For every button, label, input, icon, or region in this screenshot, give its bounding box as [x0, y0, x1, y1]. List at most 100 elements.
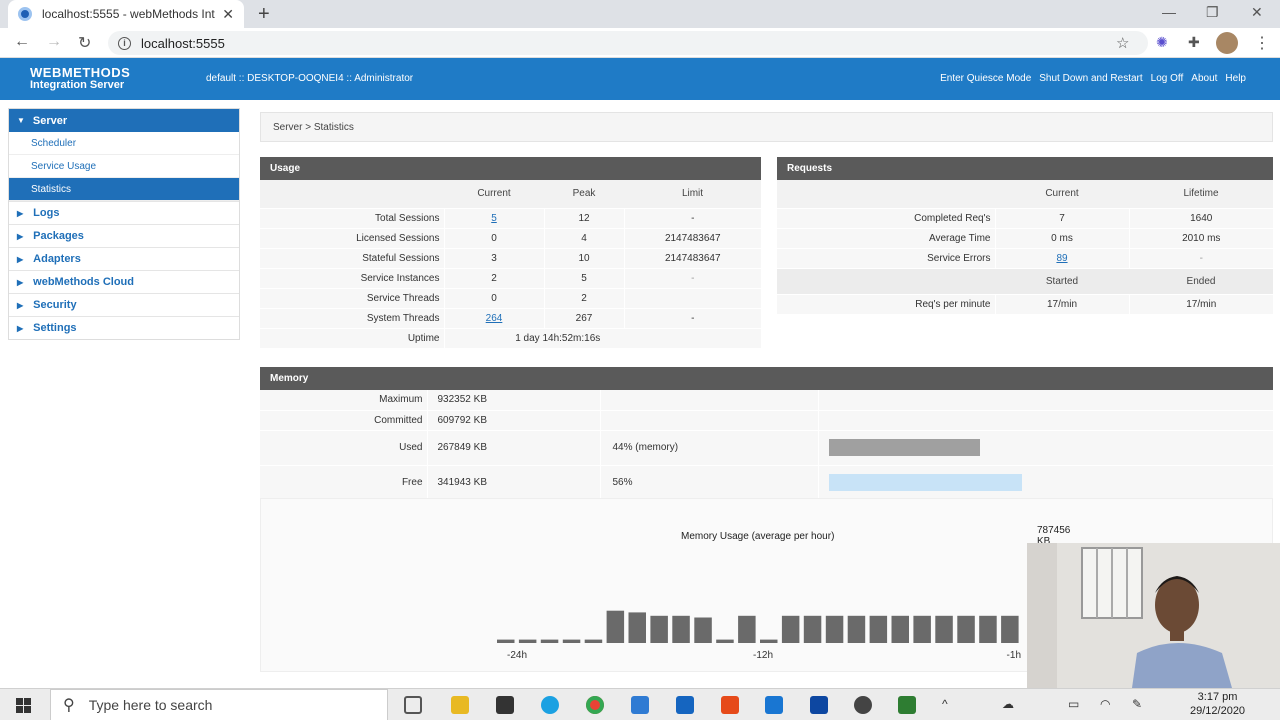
menu-icon[interactable]: ⋮: [1254, 33, 1270, 53]
chart-bar: [825, 615, 844, 643]
quiesce-link[interactable]: Enter Quiesce Mode: [940, 73, 1031, 84]
logoff-link[interactable]: Log Off: [1151, 73, 1184, 84]
caret-right-icon: ▶: [17, 277, 24, 287]
about-link[interactable]: About: [1191, 73, 1217, 84]
task-view-icon[interactable]: [404, 696, 422, 714]
sidebar-item-scheduler[interactable]: Scheduler: [9, 132, 239, 155]
clock-date: 29/12/2020: [1190, 705, 1246, 717]
chevron-up-icon[interactable]: ^: [942, 697, 948, 711]
sidebar-item-security[interactable]: ▶ Security: [9, 293, 239, 316]
close-tab-icon[interactable]: ✕: [222, 6, 234, 23]
row-label: Licensed Sessions: [260, 228, 444, 249]
requests-table: Current Lifetime Completed Req's 7 1640 …: [777, 180, 1273, 315]
sidebar-item-statistics[interactable]: Statistics: [9, 178, 239, 201]
minimize-icon[interactable]: —: [1162, 4, 1176, 20]
restore-icon[interactable]: ❐: [1206, 4, 1219, 21]
sidebar-item-label: webMethods Cloud: [33, 276, 134, 288]
cell: [817, 410, 1273, 431]
mail-icon[interactable]: [631, 696, 649, 714]
service-errors-link[interactable]: 89: [1056, 253, 1067, 264]
header-links: Enter Quiesce Mode Shut Down and Restart…: [940, 73, 1246, 84]
shutdown-link[interactable]: Shut Down and Restart: [1039, 73, 1142, 84]
breadcrumb: Server > Statistics: [260, 112, 1273, 142]
clock[interactable]: 3:17 pm 29/12/2020: [1190, 690, 1245, 718]
help-link[interactable]: Help: [1225, 73, 1246, 84]
app-icon[interactable]: [810, 696, 828, 714]
windows-start-icon[interactable]: [16, 698, 31, 713]
sidebar-item-service-usage[interactable]: Service Usage: [9, 155, 239, 178]
search-icon: ⚲: [63, 697, 75, 714]
battery-icon[interactable]: ▭: [1068, 697, 1079, 711]
sidebar-item-adapters[interactable]: ▶ Adapters: [9, 247, 239, 270]
app-icon[interactable]: [765, 696, 783, 714]
cell: 341943 KB: [426, 465, 600, 501]
system-threads-link[interactable]: 264: [486, 313, 503, 324]
cell: 1640: [1128, 208, 1273, 229]
office-icon[interactable]: [721, 696, 739, 714]
webcam-image: [1027, 543, 1280, 688]
extension-icon[interactable]: ✺: [1156, 34, 1168, 51]
cell: [599, 410, 818, 431]
browser-tab[interactable]: localhost:5555 - webMethods Int ✕: [8, 0, 244, 28]
cell: 267: [543, 308, 624, 329]
usage-panel: Usage Current Peak Limit Total Sessions …: [260, 157, 761, 349]
wifi-icon[interactable]: ◠: [1100, 697, 1110, 711]
chart-bar: [913, 615, 931, 643]
row-label: Used: [260, 430, 427, 466]
chart-bar: [869, 615, 888, 643]
obs-icon[interactable]: [854, 696, 872, 714]
browser-tab-bar: localhost:5555 - webMethods Int ✕ + — ❐ …: [0, 0, 1280, 28]
chart-bar: [738, 615, 756, 643]
requests-title: Requests: [777, 157, 1273, 180]
close-window-icon[interactable]: ✕: [1251, 4, 1263, 21]
bookmark-star-icon[interactable]: ☆: [1116, 34, 1129, 52]
puzzle-icon[interactable]: ✚: [1188, 34, 1200, 51]
logo-line2: Integration Server: [30, 79, 125, 91]
total-sessions-link[interactable]: 5: [491, 213, 497, 224]
tab-title: localhost:5555 - webMethods Int: [42, 7, 215, 21]
chart-bar: [518, 639, 537, 643]
reload-icon[interactable]: ↻: [78, 33, 91, 53]
app-icon[interactable]: [898, 696, 916, 714]
sidebar-item-logs[interactable]: ▶ Logs: [9, 201, 239, 224]
forward-icon[interactable]: →: [46, 33, 62, 51]
row-label: Average Time: [777, 228, 995, 249]
cell: 12: [543, 208, 624, 229]
back-icon[interactable]: ←: [14, 33, 30, 51]
new-tab-icon[interactable]: +: [258, 3, 270, 26]
file-explorer-icon[interactable]: [451, 696, 469, 714]
edge-icon[interactable]: [541, 696, 559, 714]
store-icon[interactable]: [496, 696, 514, 714]
chart-bar: [540, 639, 559, 643]
table-row: Started Ended: [777, 268, 1273, 295]
usage-title: Usage: [260, 157, 761, 180]
cell: 17/min: [1128, 294, 1273, 315]
caret-right-icon: ▶: [17, 231, 24, 241]
address-input[interactable]: i localhost:5555: [108, 31, 1148, 55]
row-label: Service Threads: [260, 288, 444, 309]
info-icon[interactable]: i: [118, 36, 131, 50]
sidebar-item-settings[interactable]: ▶ Settings: [9, 316, 239, 339]
cell: 0: [443, 288, 544, 309]
cloud-icon[interactable]: ☁: [1002, 697, 1014, 711]
user-info: default :: DESKTOP-OOQNEI4 :: Administra…: [206, 73, 414, 84]
sidebar-item-label: Security: [33, 299, 77, 311]
cell: 3: [443, 248, 544, 269]
caret-right-icon: ▶: [17, 323, 24, 333]
sidebar-item-server[interactable]: ▼ Server: [9, 109, 239, 132]
profile-avatar[interactable]: [1216, 32, 1238, 54]
memory-panel: Memory Maximum 932352 KB Committed 60979…: [260, 367, 1273, 501]
sidebar-item-packages[interactable]: ▶ Packages: [9, 224, 239, 247]
cell: 56%: [599, 465, 818, 501]
sidebar-item-label: Adapters: [33, 253, 81, 265]
column-header: Ended: [1129, 268, 1273, 295]
row-label: Service Errors: [777, 248, 995, 269]
cell: 932352 KB: [426, 390, 600, 411]
taskbar-search-input[interactable]: ⚲ Type here to search: [50, 689, 388, 720]
table-row: Free 341943 KB 56%: [260, 465, 1273, 501]
chrome-icon[interactable]: [586, 696, 604, 714]
app-icon[interactable]: [676, 696, 694, 714]
sidebar-item-webmethods-cloud[interactable]: ▶ webMethods Cloud: [9, 270, 239, 293]
pen-icon[interactable]: ✎: [1132, 697, 1142, 711]
row-label: Req's per minute: [777, 294, 995, 315]
